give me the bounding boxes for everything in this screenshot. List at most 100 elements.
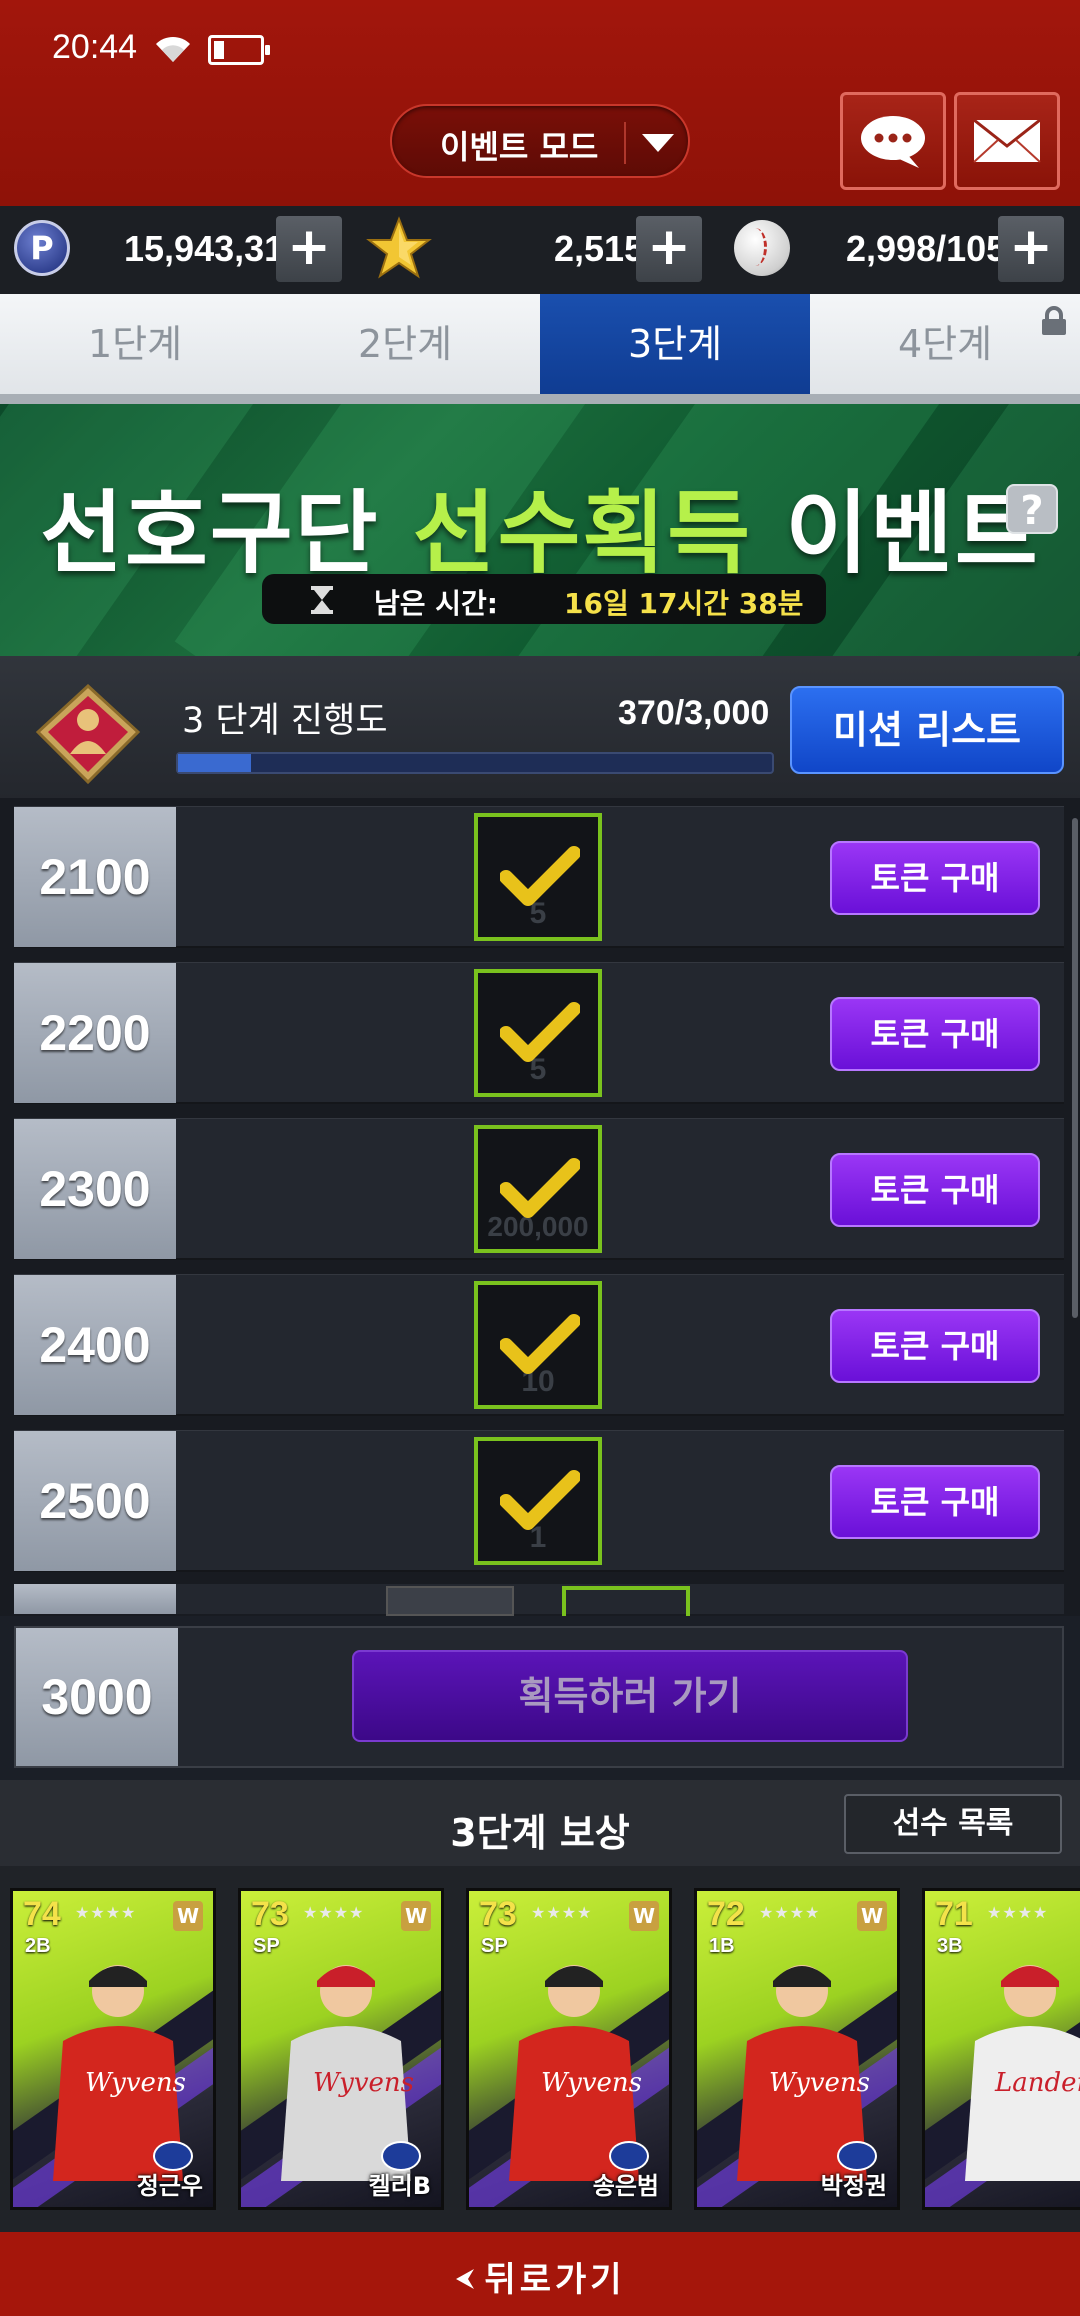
milestone-row: 2400 10 토큰 구매 xyxy=(14,1274,1064,1416)
check-icon xyxy=(499,845,581,913)
hourglass-icon xyxy=(310,586,334,618)
back-label: 뒤로가기 xyxy=(484,2260,626,2300)
lock-icon xyxy=(1040,306,1068,336)
tab-stage-3[interactable]: 3단계 xyxy=(540,294,810,404)
stage-rewards: 3단계 보상 선수 목록 Wyvens 74 2B ★★★★ W 정근우 Wyv… xyxy=(0,1780,1080,2234)
player-rating: 72 xyxy=(707,1895,745,1933)
progress-fill xyxy=(178,754,252,772)
top-header: 20:44 이벤트 모드 xyxy=(0,0,1080,206)
player-card[interactable]: Wyvens 73 SP ★★★★ W 켈리B xyxy=(238,1888,444,2210)
help-button[interactable]: ? xyxy=(1006,484,1058,534)
add-balls-button[interactable]: + xyxy=(998,216,1064,282)
reward-cards[interactable]: Wyvens 74 2B ★★★★ W 정근우 Wyvens 73 SP ★★★… xyxy=(0,1882,1080,2212)
milestone-score: 2300 xyxy=(14,1119,176,1259)
status-time: 20:44 xyxy=(52,28,138,66)
milestone-score: 2100 xyxy=(14,807,176,947)
card-grade-badge: W xyxy=(173,1901,203,1931)
card-grade-badge: W xyxy=(401,1901,431,1931)
add-points-button[interactable]: + xyxy=(276,216,342,282)
balls-value: 2,998/105 xyxy=(846,228,1007,269)
tab-stage-1[interactable]: 1단계 xyxy=(0,294,270,404)
svg-text:Landers: Landers xyxy=(994,2068,1080,2098)
buy-token-button[interactable]: 토큰 구매 xyxy=(830,997,1040,1071)
player-list-button[interactable]: 선수 목록 xyxy=(844,1794,1062,1854)
banner-title: 선호구단 선수획득 이벤트 xyxy=(40,481,1040,586)
progress-label: 3 단계 진행도 xyxy=(182,701,388,741)
list-scrollbar[interactable] xyxy=(1072,818,1078,1318)
go-acquire-button[interactable]: 획득하러 가기 xyxy=(352,1650,908,1742)
player-stars: ★★★★ xyxy=(75,1903,137,1922)
chevron-down-icon xyxy=(642,134,674,152)
stars-value: 2,515 xyxy=(554,228,645,269)
timer-label: 남은 시간: xyxy=(374,587,498,620)
player-card[interactable]: Wyvens 74 2B ★★★★ W 정근우 xyxy=(10,1888,216,2210)
player-name: 송은범 xyxy=(592,2172,659,2200)
final-milestone-score: 3000 xyxy=(16,1628,178,1766)
player-position: SP xyxy=(253,1935,280,1957)
player-rating: 74 xyxy=(23,1895,61,1933)
card-grade-badge: W xyxy=(629,1901,659,1931)
badge-icon xyxy=(34,683,142,785)
player-rating: 73 xyxy=(479,1895,517,1933)
progress-value: 370/3,000 xyxy=(618,694,770,732)
player-card[interactable]: Landers 71 3B ★★★★ W xyxy=(922,1888,1080,2210)
check-icon xyxy=(499,1157,581,1225)
buy-token-button[interactable]: 토큰 구매 xyxy=(830,841,1040,915)
svg-text:Wyvens: Wyvens xyxy=(85,2068,186,2098)
chat-button[interactable] xyxy=(840,92,946,190)
wifi-icon xyxy=(152,32,194,68)
check-icon xyxy=(499,1469,581,1537)
currency-bar: P 15,943,311 + 2,515 + 2,998/105 + xyxy=(0,206,1080,294)
svg-text:Wyvens: Wyvens xyxy=(313,2068,414,2098)
baseball-icon xyxy=(734,220,790,276)
player-stars: ★★★★ xyxy=(987,1903,1049,1922)
mission-list-button[interactable]: 미션 리스트 xyxy=(790,686,1064,774)
tab-stage-2[interactable]: 2단계 xyxy=(270,294,540,404)
player-name: 켈리B xyxy=(368,2172,431,2200)
final-milestone-row: 3000 획득하러 가기 xyxy=(14,1626,1064,1768)
milestone-score: 2200 xyxy=(14,963,176,1103)
back-button[interactable]: 뒤로가기 xyxy=(0,2232,1080,2316)
mode-label: 이벤트 모드 xyxy=(440,128,599,166)
chevron-left-icon xyxy=(454,2260,476,2300)
milestone-score: 2400 xyxy=(14,1275,176,1415)
player-position: 3B xyxy=(937,1935,963,1957)
p-coin-icon: P xyxy=(14,220,70,276)
chat-icon xyxy=(861,116,925,168)
stage-progress: 3 단계 진행도 370/3,000 미션 리스트 xyxy=(0,656,1080,798)
milestone-row: 2300 200,000 토큰 구매 xyxy=(14,1118,1064,1260)
player-position: SP xyxy=(481,1935,508,1957)
mail-icon xyxy=(973,118,1041,163)
mail-button[interactable] xyxy=(954,92,1060,190)
stage-tabs: 1단계 2단계 3단계 4단계 xyxy=(0,294,1080,404)
buy-token-button[interactable]: 토큰 구매 xyxy=(830,1309,1040,1383)
remaining-time-bar: 남은 시간: 16일 17시간 38분 xyxy=(262,574,826,624)
player-card[interactable]: Wyvens 73 SP ★★★★ W 송은범 xyxy=(466,1888,672,2210)
player-stars: ★★★★ xyxy=(531,1903,593,1922)
back-label-wrap: 뒤로가기 xyxy=(0,2252,1080,2301)
player-position: 1B xyxy=(709,1935,735,1957)
star-icon xyxy=(366,216,432,286)
svg-text:Wyvens: Wyvens xyxy=(769,2068,870,2098)
buy-token-button[interactable]: 토큰 구매 xyxy=(830,1465,1040,1539)
milestone-list[interactable]: 2100 5 토큰 구매 2200 5 토큰 구매 2300 200,000 토… xyxy=(0,798,1080,1616)
player-figure: Landers xyxy=(965,1965,1080,2181)
card-grade-badge: W xyxy=(857,1901,887,1931)
mode-dropdown[interactable]: 이벤트 모드 xyxy=(390,104,690,178)
svg-text:Wyvens: Wyvens xyxy=(541,2068,642,2098)
mode-divider xyxy=(624,122,626,164)
buy-token-button[interactable]: 토큰 구매 xyxy=(830,1153,1040,1227)
player-rating: 71 xyxy=(935,1895,973,1933)
milestone-row: 2200 5 토큰 구매 xyxy=(14,962,1064,1104)
add-stars-button[interactable]: + xyxy=(636,216,702,282)
player-name: 박정권 xyxy=(820,2172,887,2200)
milestone-score: 2500 xyxy=(14,1431,176,1571)
reward-slot[interactable]: 5 xyxy=(474,813,602,941)
player-card[interactable]: Wyvens 72 1B ★★★★ W 박정권 xyxy=(694,1888,900,2210)
reward-slot[interactable]: 10 xyxy=(474,1281,602,1409)
player-stars: ★★★★ xyxy=(303,1903,365,1922)
reward-slot[interactable]: 5 xyxy=(474,969,602,1097)
reward-slot[interactable]: 1 xyxy=(474,1437,602,1565)
milestone-row: 2100 5 토큰 구매 xyxy=(14,806,1064,948)
reward-slot[interactable]: 200,000 xyxy=(474,1125,602,1253)
